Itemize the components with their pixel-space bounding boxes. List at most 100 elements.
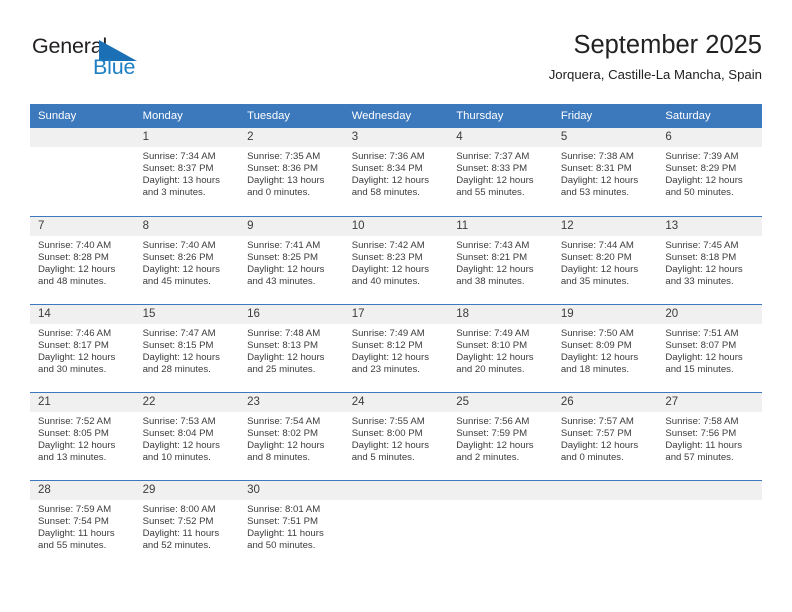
sunset-text: Sunset: 7:56 PM <box>665 427 737 439</box>
calendar-week-row: 28 Sunrise: 7:59 AM Sunset: 7:54 PM Dayligh… <box>30 479 762 568</box>
day-cell[interactable]: 20 Sunrise: 7:51 AM Sunset: 8:07 PM Dayligh… <box>657 303 762 392</box>
day-cell[interactable]: 10 Sunrise: 7:42 AM Sunset: 8:23 PM Dayligh… <box>343 215 449 304</box>
day-number: 29 <box>134 480 240 500</box>
day-cell[interactable]: 23 Sunrise: 7:54 AM Sunset: 8:02 PM Dayligh… <box>239 391 344 480</box>
day-cell-empty <box>343 479 449 568</box>
day-details: Sunrise: 7:45 AM Sunset: 8:18 PM Daylight:… <box>657 236 762 288</box>
day-details: Sunrise: 7:58 AM Sunset: 7:56 PM Daylight:… <box>657 412 762 464</box>
sunset-text: Sunset: 8:36 PM <box>247 163 319 175</box>
day-cell[interactable]: 11 Sunrise: 7:43 AM Sunset: 8:21 PM Dayligh… <box>448 215 553 304</box>
daylight-text-cont: and 45 minutes. <box>142 275 211 287</box>
day-details: Sunrise: 7:41 AM Sunset: 8:25 PM Daylight:… <box>239 236 344 288</box>
sunset-text: Sunset: 8:04 PM <box>142 427 214 439</box>
day-cell[interactable]: 16 Sunrise: 7:48 AM Sunset: 8:13 PM Dayligh… <box>239 303 344 392</box>
daylight-text: Daylight: 11 hours <box>247 527 324 539</box>
day-cell[interactable]: 28 Sunrise: 7:59 AM Sunset: 7:54 PM Dayligh… <box>30 479 135 568</box>
sunrise-text: Sunrise: 7:43 AM <box>456 239 530 251</box>
day-cell[interactable]: 6 Sunrise: 7:39 AM Sunset: 8:29 PM Daylight… <box>657 128 762 216</box>
day-cell[interactable]: 13 Sunrise: 7:45 AM Sunset: 8:18 PM Dayligh… <box>657 215 762 304</box>
day-number: 1 <box>134 128 240 147</box>
weekday-header-row: Sunday Monday Tuesday Wednesday Thursday Frid… <box>30 104 762 128</box>
sunset-text: Sunset: 8:20 PM <box>560 251 632 263</box>
day-details: Sunrise: 7:57 AM Sunset: 7:57 PM Daylight:… <box>553 412 658 464</box>
day-details <box>553 500 658 504</box>
sunrise-text: Sunrise: 7:57 AM <box>560 415 634 427</box>
daylight-text: Daylight: 11 hours <box>142 527 220 539</box>
daylight-text: Daylight: 12 hours <box>351 263 430 275</box>
generalblue-logo[interactable]: General Blue <box>32 34 162 90</box>
day-number: 21 <box>30 392 135 412</box>
sunset-text: Sunset: 8:17 PM <box>38 339 109 351</box>
weekday-header-saturday: Saturday <box>657 104 762 128</box>
day-cell[interactable]: 12 Sunrise: 7:44 AM Sunset: 8:20 PM Dayligh… <box>552 215 658 304</box>
day-details: Sunrise: 8:01 AM Sunset: 7:51 PM Daylight:… <box>239 500 344 552</box>
page-header: General Blue September 2025 Jorquera, Ca… <box>30 28 762 90</box>
page-subtitle: Jorquera, Castille-La Mancha, Spain <box>548 67 762 82</box>
daylight-text-cont: and 10 minutes. <box>142 451 211 463</box>
day-number: 27 <box>657 392 762 412</box>
sunrise-text: Sunrise: 7:51 AM <box>665 327 739 339</box>
day-details: Sunrise: 7:40 AM Sunset: 8:26 PM Daylight:… <box>135 236 240 288</box>
day-cell[interactable]: 14 Sunrise: 7:46 AM Sunset: 8:17 PM Dayligh… <box>30 303 135 392</box>
day-cell[interactable]: 29 Sunrise: 8:00 AM Sunset: 7:52 PM Dayligh… <box>134 479 240 568</box>
day-cell[interactable]: 26 Sunrise: 7:57 AM Sunset: 7:57 PM Dayligh… <box>552 391 658 480</box>
sunrise-text: Sunrise: 7:59 AM <box>38 503 112 515</box>
daylight-text: Daylight: 12 hours <box>142 263 220 275</box>
day-cell[interactable]: 9 Sunrise: 7:41 AM Sunset: 8:25 PM Daylight… <box>239 215 344 304</box>
day-cell[interactable]: 18 Sunrise: 7:49 AM Sunset: 8:10 PM Dayligh… <box>448 303 553 392</box>
day-cell[interactable]: 3 Sunrise: 7:36 AM Sunset: 8:34 PM Daylight… <box>343 128 449 216</box>
day-details: Sunrise: 7:48 AM Sunset: 8:13 PM Daylight:… <box>239 324 344 376</box>
day-number: 5 <box>552 128 658 147</box>
day-number: 26 <box>552 392 658 412</box>
daylight-text-cont: and 15 minutes. <box>665 363 734 375</box>
day-cell[interactable]: 8 Sunrise: 7:40 AM Sunset: 8:26 PM Daylight… <box>134 215 240 304</box>
day-cell[interactable]: 7 Sunrise: 7:40 AM Sunset: 8:28 PM Daylight… <box>30 215 135 304</box>
day-details: Sunrise: 7:52 AM Sunset: 8:05 PM Daylight:… <box>30 412 135 464</box>
sunrise-text: Sunrise: 7:45 AM <box>665 239 739 251</box>
day-cell[interactable]: 4 Sunrise: 7:37 AM Sunset: 8:33 PM Daylight… <box>448 128 553 216</box>
daylight-text-cont: and 48 minutes. <box>38 275 107 287</box>
day-cell[interactable]: 5 Sunrise: 7:38 AM Sunset: 8:31 PM Daylight… <box>552 128 658 216</box>
daylight-text: Daylight: 12 hours <box>247 439 325 451</box>
sunset-text: Sunset: 8:09 PM <box>560 339 632 351</box>
day-cell[interactable]: 21 Sunrise: 7:52 AM Sunset: 8:05 PM Dayligh… <box>30 391 135 480</box>
daylight-text-cont: and 57 minutes. <box>665 451 734 463</box>
day-details: Sunrise: 8:00 AM Sunset: 7:52 PM Daylight:… <box>135 500 240 552</box>
day-details: Sunrise: 7:44 AM Sunset: 8:20 PM Daylight:… <box>553 236 658 288</box>
day-cell[interactable]: 24 Sunrise: 7:55 AM Sunset: 8:00 PM Dayligh… <box>343 391 449 480</box>
day-number: 24 <box>343 392 449 412</box>
daylight-text: Daylight: 12 hours <box>351 439 430 451</box>
daylight-text: Daylight: 12 hours <box>560 439 639 451</box>
day-details: Sunrise: 7:53 AM Sunset: 8:04 PM Daylight:… <box>135 412 240 464</box>
daylight-text: Daylight: 12 hours <box>38 439 116 451</box>
day-cell[interactable]: 17 Sunrise: 7:49 AM Sunset: 8:12 PM Dayligh… <box>343 303 449 392</box>
sunset-text: Sunset: 8:26 PM <box>142 251 214 263</box>
sunset-text: Sunset: 7:57 PM <box>560 427 632 439</box>
daylight-text-cont: and 40 minutes. <box>351 275 420 287</box>
daylight-text: Daylight: 12 hours <box>456 439 534 451</box>
day-number <box>552 480 658 500</box>
day-cell[interactable]: 15 Sunrise: 7:47 AM Sunset: 8:15 PM Dayligh… <box>134 303 240 392</box>
day-cell[interactable]: 19 Sunrise: 7:50 AM Sunset: 8:09 PM Dayligh… <box>552 303 658 392</box>
day-number: 10 <box>343 216 449 236</box>
day-cell[interactable]: 30 Sunrise: 8:01 AM Sunset: 7:51 PM Dayligh… <box>239 479 344 568</box>
day-cell[interactable]: 1 Sunrise: 7:34 AM Sunset: 8:37 PM Daylight… <box>134 128 240 216</box>
day-cell[interactable]: 2 Sunrise: 7:35 AM Sunset: 8:36 PM Daylight… <box>239 128 344 216</box>
daylight-text: Daylight: 13 hours <box>247 175 325 187</box>
daylight-text: Daylight: 12 hours <box>560 263 639 275</box>
day-details <box>657 500 762 504</box>
day-number: 9 <box>239 216 344 236</box>
day-details: Sunrise: 7:54 AM Sunset: 8:02 PM Daylight:… <box>239 412 344 464</box>
daylight-text-cont: and 3 minutes. <box>142 187 206 199</box>
day-details: Sunrise: 7:51 AM Sunset: 8:07 PM Daylight:… <box>657 324 762 376</box>
day-cell[interactable]: 25 Sunrise: 7:56 AM Sunset: 7:59 PM Dayligh… <box>448 391 553 480</box>
daylight-text: Daylight: 12 hours <box>142 351 220 363</box>
day-number: 6 <box>657 128 762 147</box>
day-cell[interactable]: 22 Sunrise: 7:53 AM Sunset: 8:04 PM Dayligh… <box>134 391 240 480</box>
day-details: Sunrise: 7:37 AM Sunset: 8:33 PM Daylight:… <box>448 147 553 199</box>
sunrise-text: Sunrise: 8:01 AM <box>247 503 321 515</box>
daylight-text-cont: and 0 minutes. <box>247 187 311 199</box>
day-cell[interactable]: 27 Sunrise: 7:58 AM Sunset: 7:56 PM Dayligh… <box>657 391 762 480</box>
sunset-text: Sunset: 8:31 PM <box>560 163 632 175</box>
daylight-text: Daylight: 12 hours <box>351 175 430 187</box>
